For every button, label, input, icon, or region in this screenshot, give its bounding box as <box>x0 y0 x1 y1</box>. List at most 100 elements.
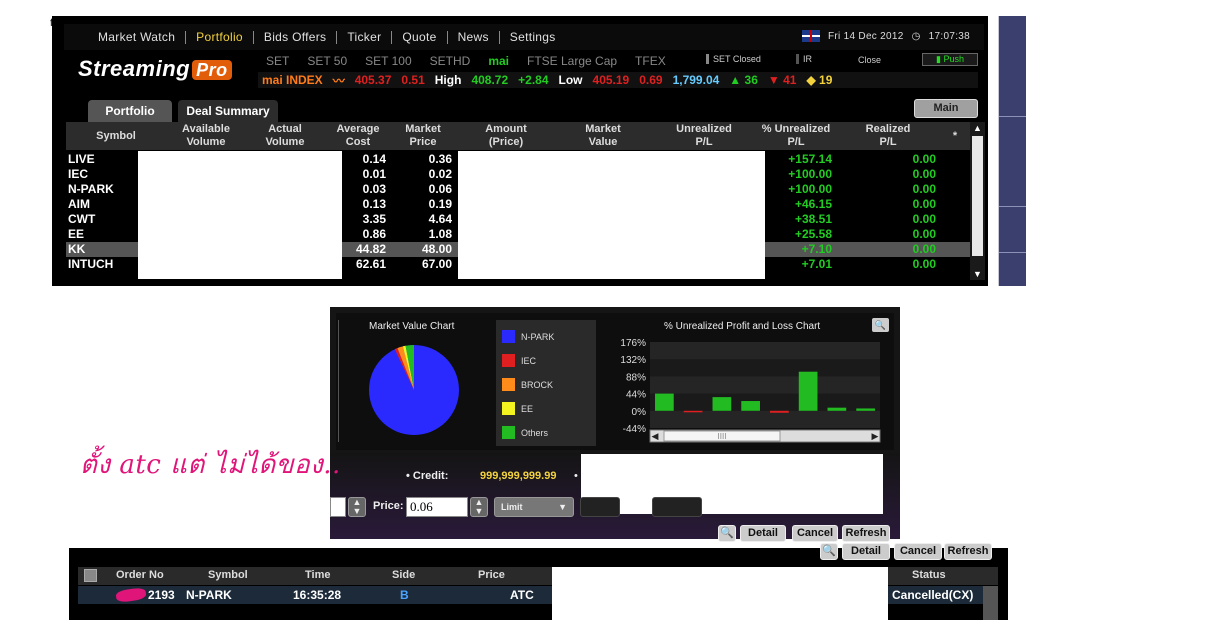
menu-bids-offers[interactable]: Bids Offers <box>254 30 338 44</box>
col-pct-unrealized[interactable]: % Unrealized P/L <box>754 123 838 149</box>
index-mai[interactable]: mai <box>488 54 509 68</box>
col-available-volume[interactable]: Available Volume <box>166 123 246 149</box>
low-change: 0.69 <box>639 73 663 87</box>
tab-deal-summary[interactable]: Deal Summary <box>178 100 278 122</box>
search-icon[interactable]: 🔍 <box>718 525 736 542</box>
col-unrealized-pl[interactable]: Unrealized P/L <box>664 123 744 149</box>
row-realized-pl: 0.00 <box>912 152 936 166</box>
row-realized-pl: 0.00 <box>912 167 936 181</box>
annotation-text: ตั้ง atc แต่ ไม่ได้ของ.. <box>80 450 341 480</box>
credit-value: 999,999,999.99 <box>480 470 557 482</box>
row-symbol: EE <box>68 227 85 241</box>
menu-quote[interactable]: Quote <box>392 30 448 44</box>
tab-portfolio[interactable]: Portfolio <box>88 100 172 122</box>
refresh-button[interactable]: Refresh <box>842 525 890 542</box>
ghost-field[interactable] <box>580 497 620 517</box>
menu-market-watch[interactable]: Market Watch <box>88 30 187 44</box>
col-symbol[interactable]: Symbol <box>208 569 248 581</box>
col-market-price[interactable]: Market Price <box>392 123 454 149</box>
search-icon[interactable]: 🔍 <box>820 543 838 560</box>
pl-bar <box>770 410 789 413</box>
sort-marker[interactable]: * <box>950 130 960 143</box>
refresh-button[interactable]: Refresh <box>944 543 992 560</box>
col-label: Cost <box>345 136 371 148</box>
col-actual-volume[interactable]: Actual Volume <box>252 123 318 149</box>
col-label: Market <box>405 123 441 135</box>
index-set50[interactable]: SET 50 <box>307 54 347 68</box>
cancel-button[interactable]: Cancel <box>894 543 942 560</box>
scroll-thumb[interactable] <box>972 136 983 256</box>
price-stepper[interactable]: ▲ ▼ <box>470 497 488 517</box>
volume-stepper[interactable]: ▲ ▼ <box>348 497 366 517</box>
volume-input[interactable] <box>330 497 346 517</box>
col-label: (Price) <box>488 136 524 148</box>
detail-button[interactable]: Detail <box>842 543 890 560</box>
redacted-area <box>458 151 765 279</box>
col-amount[interactable]: Amount (Price) <box>468 123 544 149</box>
side-tag: fis <box>50 18 60 29</box>
legend-swatch <box>502 402 515 415</box>
index-set[interactable]: SET <box>266 54 289 68</box>
orders-scrollbar[interactable] <box>983 586 998 620</box>
select-all-checkbox[interactable] <box>84 569 97 582</box>
row-symbol: LIVE <box>68 152 95 166</box>
legend-swatch <box>502 354 515 367</box>
index-sethd[interactable]: SETHD <box>430 54 471 68</box>
col-realized-pl[interactable]: Realized P/L <box>854 123 922 149</box>
market-status: SET Closed <box>706 54 761 64</box>
col-status[interactable]: Status <box>912 569 946 581</box>
table-scrollbar[interactable]: ▲ ▼ <box>970 122 985 280</box>
menu-settings[interactable]: Settings <box>500 30 566 44</box>
price-input[interactable]: 0.06 <box>406 497 468 517</box>
down-count-value: 41 <box>783 73 797 87</box>
row-market-price: 0.02 <box>428 167 452 181</box>
menu-news[interactable]: News <box>448 30 500 44</box>
cancel-button[interactable]: Cancel <box>792 525 838 542</box>
scroll-up-icon[interactable]: ▲ <box>970 122 985 134</box>
col-label: Realized <box>865 123 911 135</box>
col-side[interactable]: Side <box>392 569 415 581</box>
index-set100[interactable]: SET 100 <box>365 54 411 68</box>
pl-bar <box>712 397 732 411</box>
scroll-down-icon[interactable]: ▼ <box>970 268 985 280</box>
row-realized-pl: 0.00 <box>912 227 936 241</box>
ghost-field[interactable] <box>652 497 702 517</box>
y-tick-label: 88% <box>626 372 646 383</box>
legend-label: Others <box>521 427 549 438</box>
col-price[interactable]: Price <box>478 569 505 581</box>
col-order-no[interactable]: Order No <box>116 569 164 581</box>
col-time[interactable]: Time <box>305 569 330 581</box>
market-value-chart-title: Market Value Chart <box>369 321 455 332</box>
index-tfex[interactable]: TFEX <box>635 54 666 68</box>
main-button[interactable]: Main <box>914 99 978 118</box>
menu-portfolio[interactable]: Portfolio <box>186 30 254 44</box>
legend-item: N-PARK <box>502 330 554 343</box>
push-button[interactable]: ▮ Push <box>922 53 978 66</box>
chart-scroll-left-icon[interactable]: ◀ <box>652 431 659 441</box>
row-realized-pl: 0.00 <box>912 242 936 256</box>
order-type-select[interactable]: Limit ▼ <box>494 497 574 517</box>
order-type-value: Limit <box>501 502 523 512</box>
detail-button[interactable]: Detail <box>740 525 786 542</box>
chart-icon[interactable]: 〰 <box>333 72 345 89</box>
zoom-icon[interactable]: 🔍 <box>872 318 889 332</box>
col-market-value[interactable]: Market Value <box>570 123 636 149</box>
uk-flag-icon[interactable] <box>801 30 820 42</box>
legend-item: EE <box>502 402 533 415</box>
order-side: B <box>400 588 409 602</box>
col-average-cost[interactable]: Average Cost <box>326 123 390 149</box>
chevron-down-icon: ▼ <box>558 502 567 512</box>
chart-scroll-right-icon[interactable]: ▶ <box>872 431 879 441</box>
col-symbol[interactable]: Symbol <box>84 130 148 143</box>
date-display: Fri 14 Dec 2012 <box>827 30 904 42</box>
index-ftse[interactable]: FTSE Large Cap <box>527 54 617 68</box>
order-symbol: N-PARK <box>186 588 232 602</box>
unchanged-count: ◆ 19 <box>806 73 833 87</box>
row-market-price: 4.64 <box>428 212 452 226</box>
up-count-value: 36 <box>744 73 758 87</box>
menu-ticker[interactable]: Ticker <box>337 30 393 44</box>
row-symbol: CWT <box>68 212 96 226</box>
col-label: Available <box>182 123 230 135</box>
row-realized-pl: 0.00 <box>912 182 936 196</box>
legend-item: IEC <box>502 354 536 367</box>
